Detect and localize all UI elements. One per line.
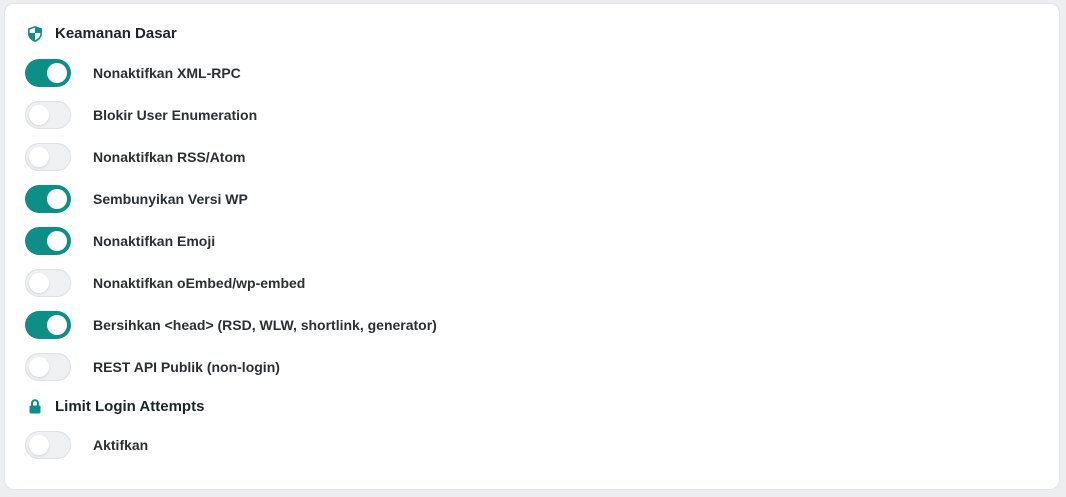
toggle-knob bbox=[29, 435, 49, 455]
toggle-switch[interactable] bbox=[25, 59, 71, 87]
setting-row-oembed: Nonaktifkan oEmbed/wp-embed bbox=[25, 269, 305, 297]
setting-row-hide-version: Sembunyikan Versi WP bbox=[25, 185, 248, 213]
toggle-knob bbox=[29, 147, 49, 167]
section-title-text: Keamanan Dasar bbox=[55, 25, 177, 42]
lock-icon bbox=[27, 399, 43, 415]
toggle-switch[interactable] bbox=[25, 431, 71, 459]
setting-label: Nonaktifkan RSS/Atom bbox=[93, 149, 246, 165]
toggle-switch[interactable] bbox=[25, 101, 71, 129]
setting-row-clean-head: Bersihkan <head> (RSD, WLW, shortlink, g… bbox=[25, 311, 437, 339]
setting-label: Aktifkan bbox=[93, 437, 149, 453]
setting-label: Nonaktifkan XML-RPC bbox=[93, 65, 241, 81]
setting-label: REST API Publik (non-login) bbox=[93, 359, 280, 375]
toggle-knob bbox=[47, 315, 67, 335]
setting-row-emoji: Nonaktifkan Emoji bbox=[25, 227, 215, 255]
toggle-switch[interactable] bbox=[25, 143, 71, 171]
shield-icon bbox=[27, 25, 43, 42]
toggle-switch[interactable] bbox=[25, 227, 71, 255]
settings-card: Keamanan Dasar Nonaktifkan XML-RPC Bloki… bbox=[4, 3, 1060, 490]
setting-label: Blokir User Enumeration bbox=[93, 107, 258, 123]
toggle-knob bbox=[47, 189, 67, 209]
toggle-switch[interactable] bbox=[25, 185, 71, 213]
toggle-knob bbox=[29, 357, 49, 377]
toggle-switch[interactable] bbox=[25, 311, 71, 339]
setting-row-rest-api: REST API Publik (non-login) bbox=[25, 353, 280, 381]
setting-label: Nonaktifkan Emoji bbox=[93, 233, 216, 249]
toggle-knob bbox=[47, 231, 67, 251]
setting-label: Bersihkan <head> (RSD, WLW, shortlink, g… bbox=[93, 317, 437, 333]
section-title-text: Limit Login Attempts bbox=[55, 398, 205, 415]
toggle-knob bbox=[29, 273, 49, 293]
setting-label: Nonaktifkan oEmbed/wp-embed bbox=[93, 275, 306, 291]
setting-row-user-enumeration: Blokir User Enumeration bbox=[25, 101, 257, 129]
toggle-knob bbox=[47, 63, 67, 83]
setting-row-limit-login-enable: Aktifkan bbox=[25, 431, 148, 459]
setting-label: Sembunyikan Versi WP bbox=[93, 191, 248, 207]
setting-row-xmlrpc: Nonaktifkan XML-RPC bbox=[25, 59, 241, 87]
section-basic-security-title: Keamanan Dasar bbox=[27, 25, 177, 42]
setting-row-rss: Nonaktifkan RSS/Atom bbox=[25, 143, 245, 171]
toggle-switch[interactable] bbox=[25, 269, 71, 297]
section-limit-login-title: Limit Login Attempts bbox=[27, 398, 204, 415]
toggle-switch[interactable] bbox=[25, 353, 71, 381]
toggle-knob bbox=[29, 105, 49, 125]
